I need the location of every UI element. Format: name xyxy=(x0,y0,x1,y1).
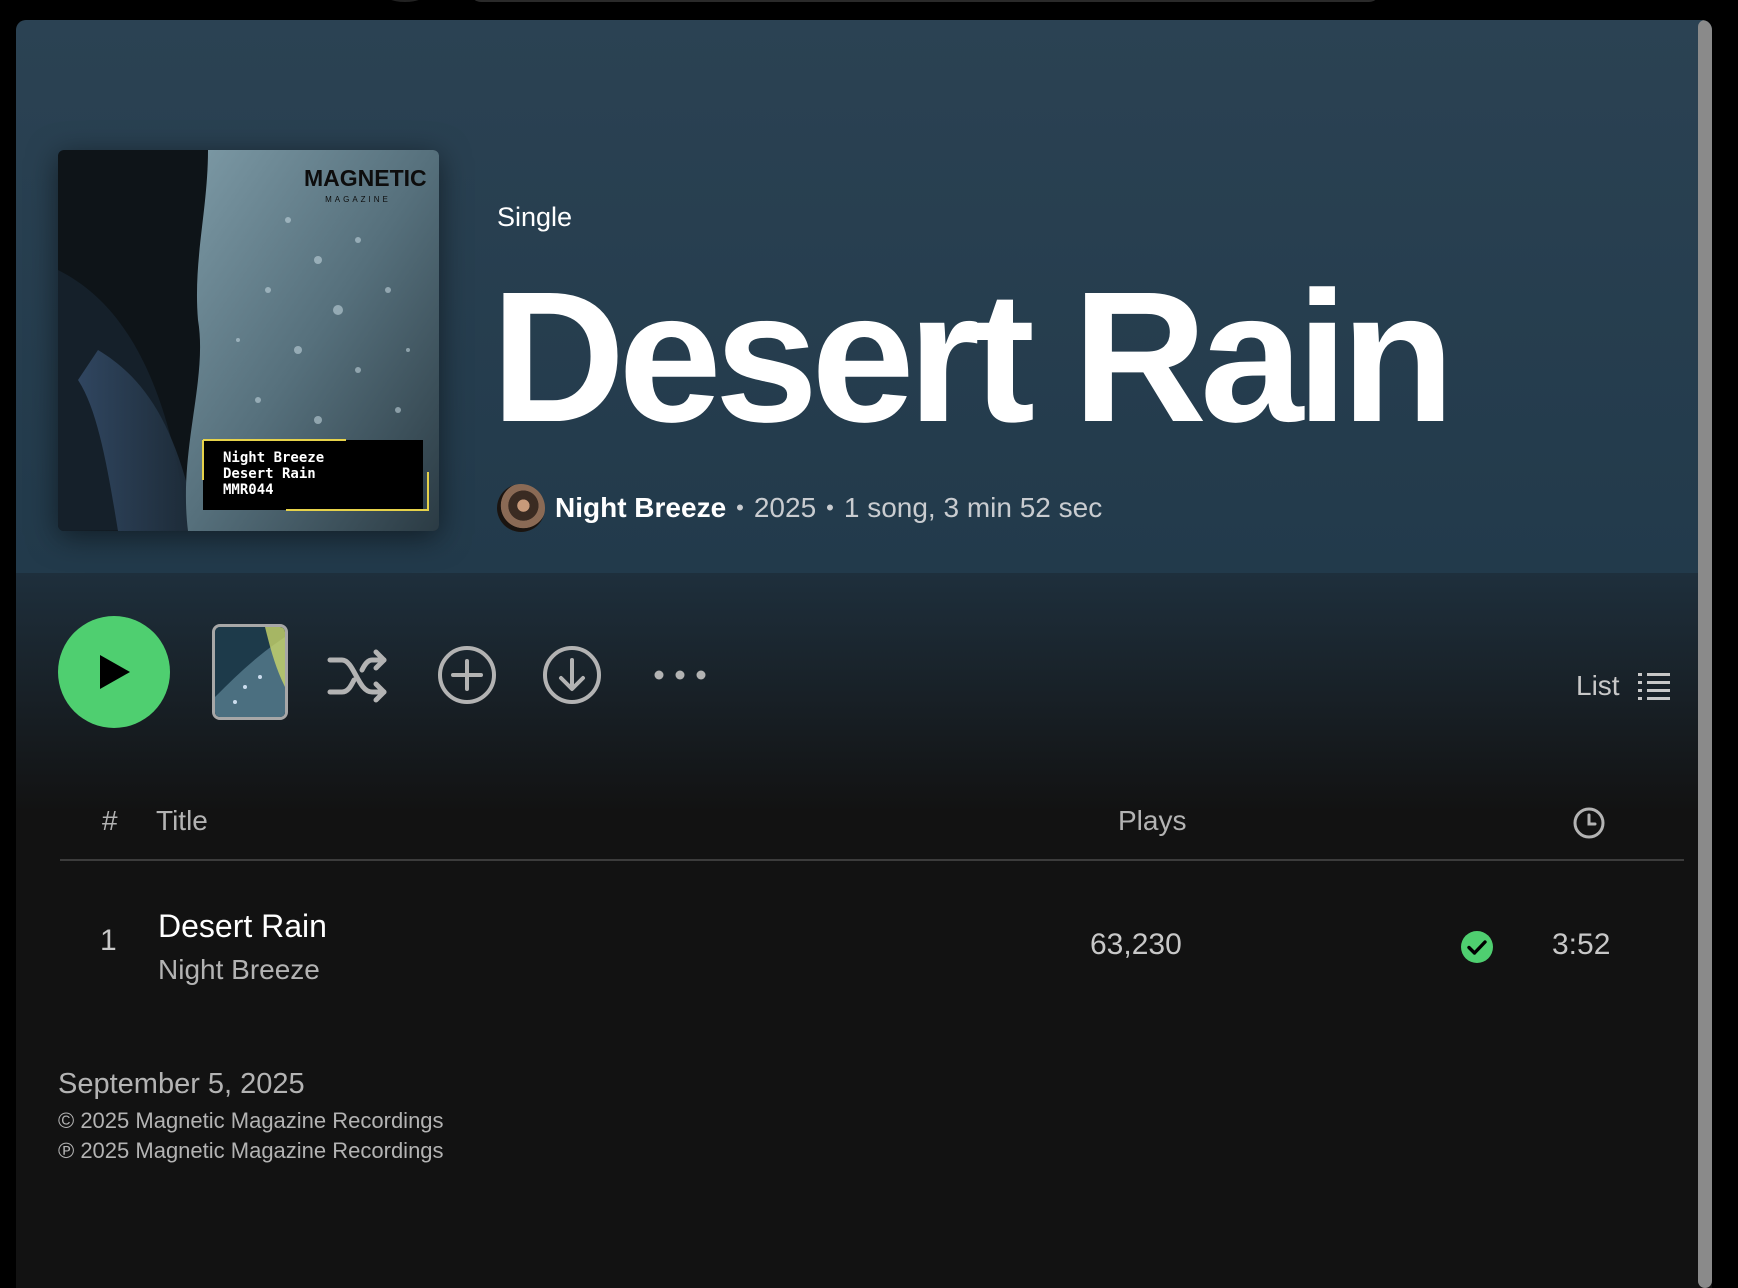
download-button[interactable] xyxy=(541,644,603,706)
download-icon xyxy=(543,646,601,704)
track-plays: 63,230 xyxy=(1090,928,1182,961)
album-title: Desert Rain xyxy=(491,254,1455,461)
column-title-header: Title xyxy=(156,805,208,836)
album-page: MAGNETIC MAGAZINE Night Breeze Desert Ra… xyxy=(16,20,1712,1288)
phonographic-copyright-text: ℗ 2025 Magnetic Magazine Recordings xyxy=(58,1138,444,1163)
track-title[interactable]: Desert Rain xyxy=(158,908,327,945)
separator-dot: • xyxy=(826,495,834,520)
view-mode-toggle[interactable]: List xyxy=(1576,670,1670,702)
add-circle-icon xyxy=(438,646,496,704)
cover-label-line: MMR044 xyxy=(223,482,274,498)
cover-brand-sub: MAGAZINE xyxy=(325,195,391,204)
play-button[interactable] xyxy=(58,616,170,728)
release-date: September 5, 2025 xyxy=(58,1068,305,1100)
more-icon xyxy=(654,670,706,680)
add-to-library-button[interactable] xyxy=(436,644,498,706)
copyright-text: © 2025 Magnetic Magazine Recordings xyxy=(58,1108,444,1133)
album-cover: MAGNETIC MAGAZINE Night Breeze Desert Ra… xyxy=(58,150,439,531)
separator-dot: • xyxy=(736,495,744,520)
cover-brand: MAGNETIC xyxy=(304,165,427,191)
table-header-divider xyxy=(60,859,1684,861)
cover-label-line: Desert Rain xyxy=(223,466,316,482)
column-duration-header xyxy=(1572,806,1606,847)
saved-toggle[interactable] xyxy=(1460,930,1494,969)
cover-label-line: Night Breeze xyxy=(223,450,324,466)
release-type: Single xyxy=(497,202,573,232)
top-bar xyxy=(0,0,1738,20)
release-year: 2025 xyxy=(753,492,817,523)
track-duration: 3:52 xyxy=(1552,928,1611,961)
shuffle-icon xyxy=(327,649,387,703)
check-circle-icon xyxy=(1461,931,1493,963)
track-number: 1 xyxy=(100,924,117,957)
artist-link[interactable]: Night Breeze xyxy=(555,492,726,524)
column-plays-header: Plays xyxy=(1118,805,1187,836)
album-meta: Night Breeze • 2025 • 1 song, 3 min 52 s… xyxy=(497,483,1102,533)
play-icon xyxy=(100,655,130,689)
list-icon xyxy=(1637,673,1670,700)
artist-avatar[interactable] xyxy=(497,484,545,532)
top-search-bar[interactable] xyxy=(470,0,1380,2)
view-mode-label: List xyxy=(1576,670,1620,701)
shuffle-button[interactable] xyxy=(326,646,390,706)
track-row[interactable]: 1 Desert Rain Night Breeze 63,230 3:52 xyxy=(60,882,1684,1002)
album-summary: 1 song, 3 min 52 sec xyxy=(843,492,1103,523)
top-bar-button[interactable] xyxy=(382,0,428,2)
preview-thumbnail-button[interactable] xyxy=(212,624,288,720)
column-number-header: # xyxy=(102,805,118,836)
scrollbar[interactable] xyxy=(1698,20,1712,1288)
clock-icon xyxy=(1573,807,1605,839)
more-options-button[interactable] xyxy=(650,660,710,690)
track-artist[interactable]: Night Breeze xyxy=(158,954,320,986)
